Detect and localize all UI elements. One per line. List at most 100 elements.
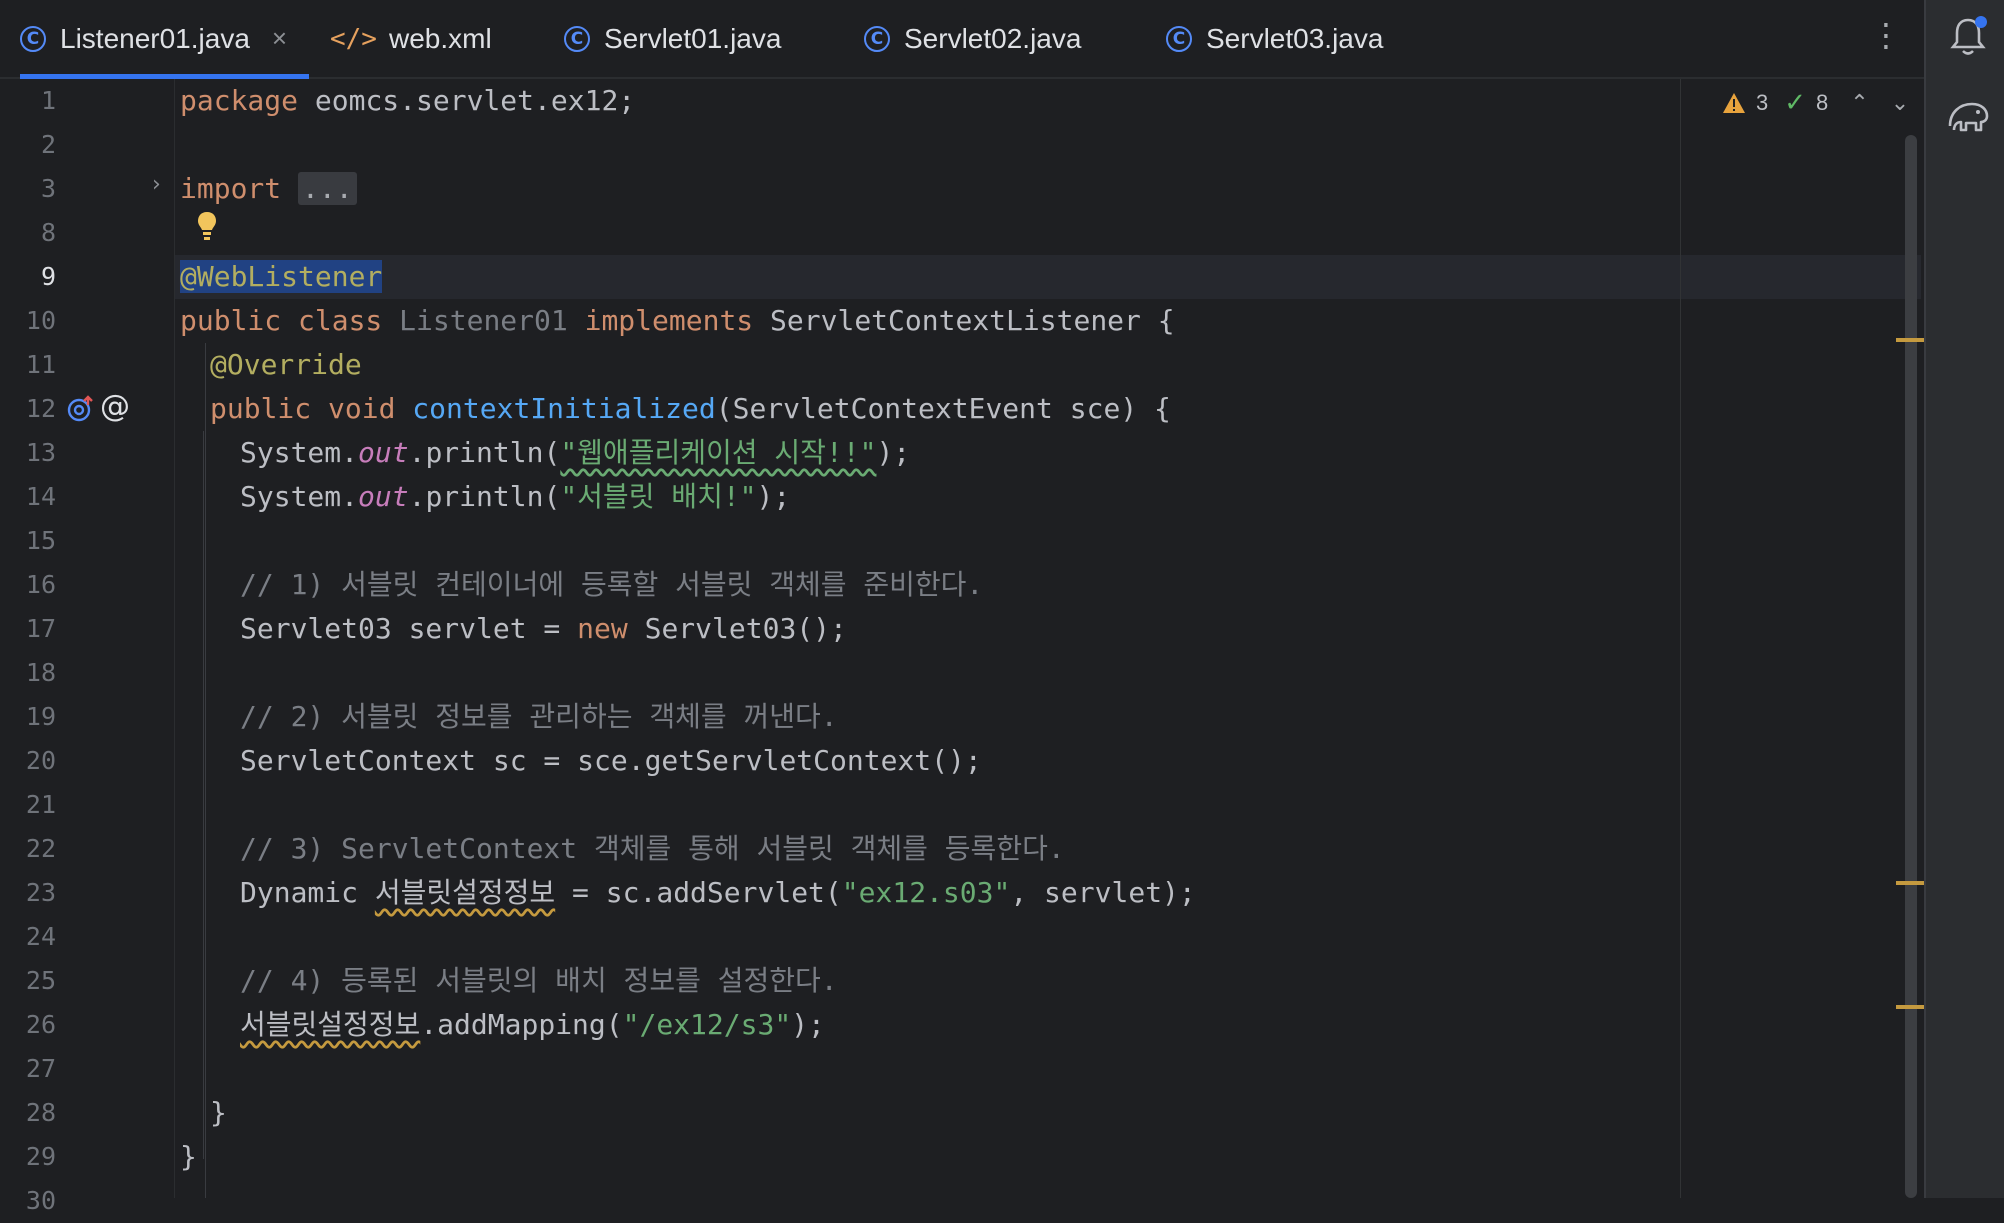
check-count: 8 — [1816, 90, 1829, 115]
line-number: 19 — [25, 702, 56, 731]
close-tab-icon[interactable]: × — [272, 23, 287, 54]
code-text: Servlet03 servlet = — [240, 612, 578, 645]
line-number: 22 — [25, 834, 56, 863]
override-annotation-icon[interactable]: @ — [100, 389, 130, 424]
annotation: @Override — [210, 348, 362, 381]
keyword: public void — [210, 392, 396, 425]
editor-tab-bar: C Listener01.java × </> web.xml C Servle… — [0, 0, 1924, 79]
line-number: 8 — [40, 218, 56, 247]
code-line-1: package eomcs.servlet.ex12; — [180, 79, 635, 123]
tab-web-xml[interactable]: </> web.xml — [330, 0, 492, 77]
comment: // 2) 서블릿 정보를 관리하는 객체를 꺼낸다. — [240, 700, 838, 733]
code-line-28: } — [210, 1091, 227, 1135]
code-text: .println( — [408, 436, 561, 469]
tab-label: Servlet01.java — [604, 22, 782, 54]
string-literal: "/ex12/s3" — [622, 1008, 792, 1041]
line-number: 27 — [25, 1054, 56, 1083]
tab-servlet01-java[interactable]: C Servlet01.java — [564, 0, 781, 77]
warning-stripe-marker[interactable] — [1896, 1005, 1924, 1009]
static-field: out — [358, 436, 409, 469]
warning-stripe-marker[interactable] — [1896, 338, 1924, 342]
code-line-3: import ... — [180, 167, 357, 211]
code-line-9: @WebListener — [180, 255, 383, 299]
code-text: , servlet); — [1010, 876, 1196, 909]
line-number: 20 — [25, 746, 56, 775]
code-text: .println( — [408, 480, 561, 513]
tab-servlet03-java[interactable]: C Servlet03.java — [1166, 0, 1383, 77]
code-line-25: // 4) 등록된 서블릿의 배치 정보를 설정한다. — [240, 959, 838, 1003]
check-icon: ✓ — [1784, 88, 1807, 118]
local-variable: 서블릿설정정보 — [240, 1008, 421, 1041]
keyword: package — [180, 84, 299, 117]
string-literal: "서블릿 배치!" — [560, 480, 757, 513]
code-text: ); — [876, 436, 911, 469]
code-line-13: System.out.println("웹애플리케이션 시작!!"); — [240, 431, 910, 475]
line-number: 16 — [25, 570, 56, 599]
keyword: import — [180, 172, 282, 205]
code-text: eomcs.servlet.ex12; — [298, 84, 636, 117]
tab-label: Servlet02.java — [904, 22, 1082, 54]
code-line-26: 서블릿설정정보.addMapping("/ex12/s3"); — [240, 1003, 825, 1047]
line-number: 18 — [25, 658, 56, 687]
string-literal: "ex12.s03" — [841, 876, 1011, 909]
java-class-icon: C — [564, 25, 590, 52]
inspection-widget[interactable]: 3 ✓ 8 ⌃ ⌄ — [1722, 88, 1909, 118]
tab-label: Listener01.java — [60, 22, 250, 54]
code-line-12: public void contextInitialized(ServletCo… — [210, 387, 1171, 431]
line-number: 12 — [25, 394, 56, 423]
code-text: ); — [791, 1008, 825, 1041]
method-name: contextInitialized — [412, 392, 716, 425]
code-line-19: // 2) 서블릿 정보를 관리하는 객체를 꺼낸다. — [240, 695, 838, 739]
warning-stripe-marker[interactable] — [1896, 881, 1924, 885]
line-number: 17 — [25, 614, 56, 643]
line-number-gutter: 1 2 3 8 9 10 11 12 13 14 15 16 17 18 19 … — [0, 79, 175, 1215]
line-number: 11 — [25, 350, 56, 379]
right-margin-guide — [1680, 79, 1681, 1198]
string-literal: "웹애플리케이션 시작!!" — [560, 436, 877, 469]
previous-highlight-icon[interactable]: ⌃ — [1850, 91, 1868, 116]
comment: // 1) 서블릿 컨테이너에 등록할 서블릿 객체를 준비한다. — [240, 568, 984, 601]
expand-fold-icon[interactable]: › — [152, 172, 161, 197]
code-line-14: System.out.println("서블릿 배치!"); — [240, 475, 790, 519]
static-field: out — [358, 480, 409, 513]
folded-imports[interactable]: ... — [298, 172, 357, 205]
intention-lightbulb-icon[interactable] — [196, 210, 218, 242]
line-number: 29 — [25, 1142, 56, 1171]
code-line-20: ServletContext sc = sce.getServletContex… — [240, 739, 982, 783]
next-highlight-icon[interactable]: ⌄ — [1891, 91, 1909, 116]
code-text: = sc.addServlet( — [555, 876, 842, 909]
code-text: System. — [240, 436, 359, 469]
tab-label: Servlet03.java — [1206, 22, 1384, 54]
line-number: 21 — [25, 790, 56, 819]
line-number-current: 9 — [40, 262, 56, 291]
closing-brace: } — [210, 1096, 227, 1129]
line-number: 13 — [25, 438, 56, 467]
keyword: new — [577, 612, 628, 645]
more-options-icon[interactable]: ⋮ — [1870, 16, 1902, 54]
annotation-selected: @WebListener — [180, 260, 383, 293]
code-text: Dynamic — [240, 876, 375, 909]
code-line-29: } — [180, 1135, 197, 1179]
code-line-22: // 3) ServletContext 객체를 통해 서블릿 객체를 등록한다… — [240, 827, 1065, 871]
implements-method-icon[interactable] — [66, 393, 96, 423]
database-tool-icon[interactable] — [1946, 96, 1990, 136]
class-name: Listener01 — [399, 304, 568, 337]
keyword: public class — [180, 304, 383, 337]
code-text: ); — [756, 480, 791, 513]
line-number: 28 — [25, 1098, 56, 1127]
tab-listener01-java[interactable]: C Listener01.java × — [20, 0, 310, 79]
code-text: (ServletContextEvent sce) { — [715, 392, 1171, 425]
notifications-bell-icon[interactable] — [1948, 14, 1988, 58]
code-line-17: Servlet03 servlet = new Servlet03(); — [240, 607, 847, 651]
vertical-scrollbar[interactable] — [1905, 135, 1917, 1198]
xml-icon: </> — [330, 23, 377, 54]
code-text: .addMapping( — [420, 1008, 623, 1041]
code-editor[interactable]: package eomcs.servlet.ex12; import ... @… — [175, 79, 1924, 1198]
java-class-icon: C — [1166, 25, 1192, 52]
closing-brace: } — [180, 1140, 197, 1173]
code-line-23: Dynamic 서블릿설정정보 = sc.addServlet("ex12.s0… — [240, 871, 1196, 915]
comment: // 3) ServletContext 객체를 통해 서블릿 객체를 등록한다… — [240, 832, 1065, 865]
line-number: 1 — [40, 86, 56, 115]
tab-servlet02-java[interactable]: C Servlet02.java — [864, 0, 1081, 77]
code-line-16: // 1) 서블릿 컨테이너에 등록할 서블릿 객체를 준비한다. — [240, 563, 983, 607]
